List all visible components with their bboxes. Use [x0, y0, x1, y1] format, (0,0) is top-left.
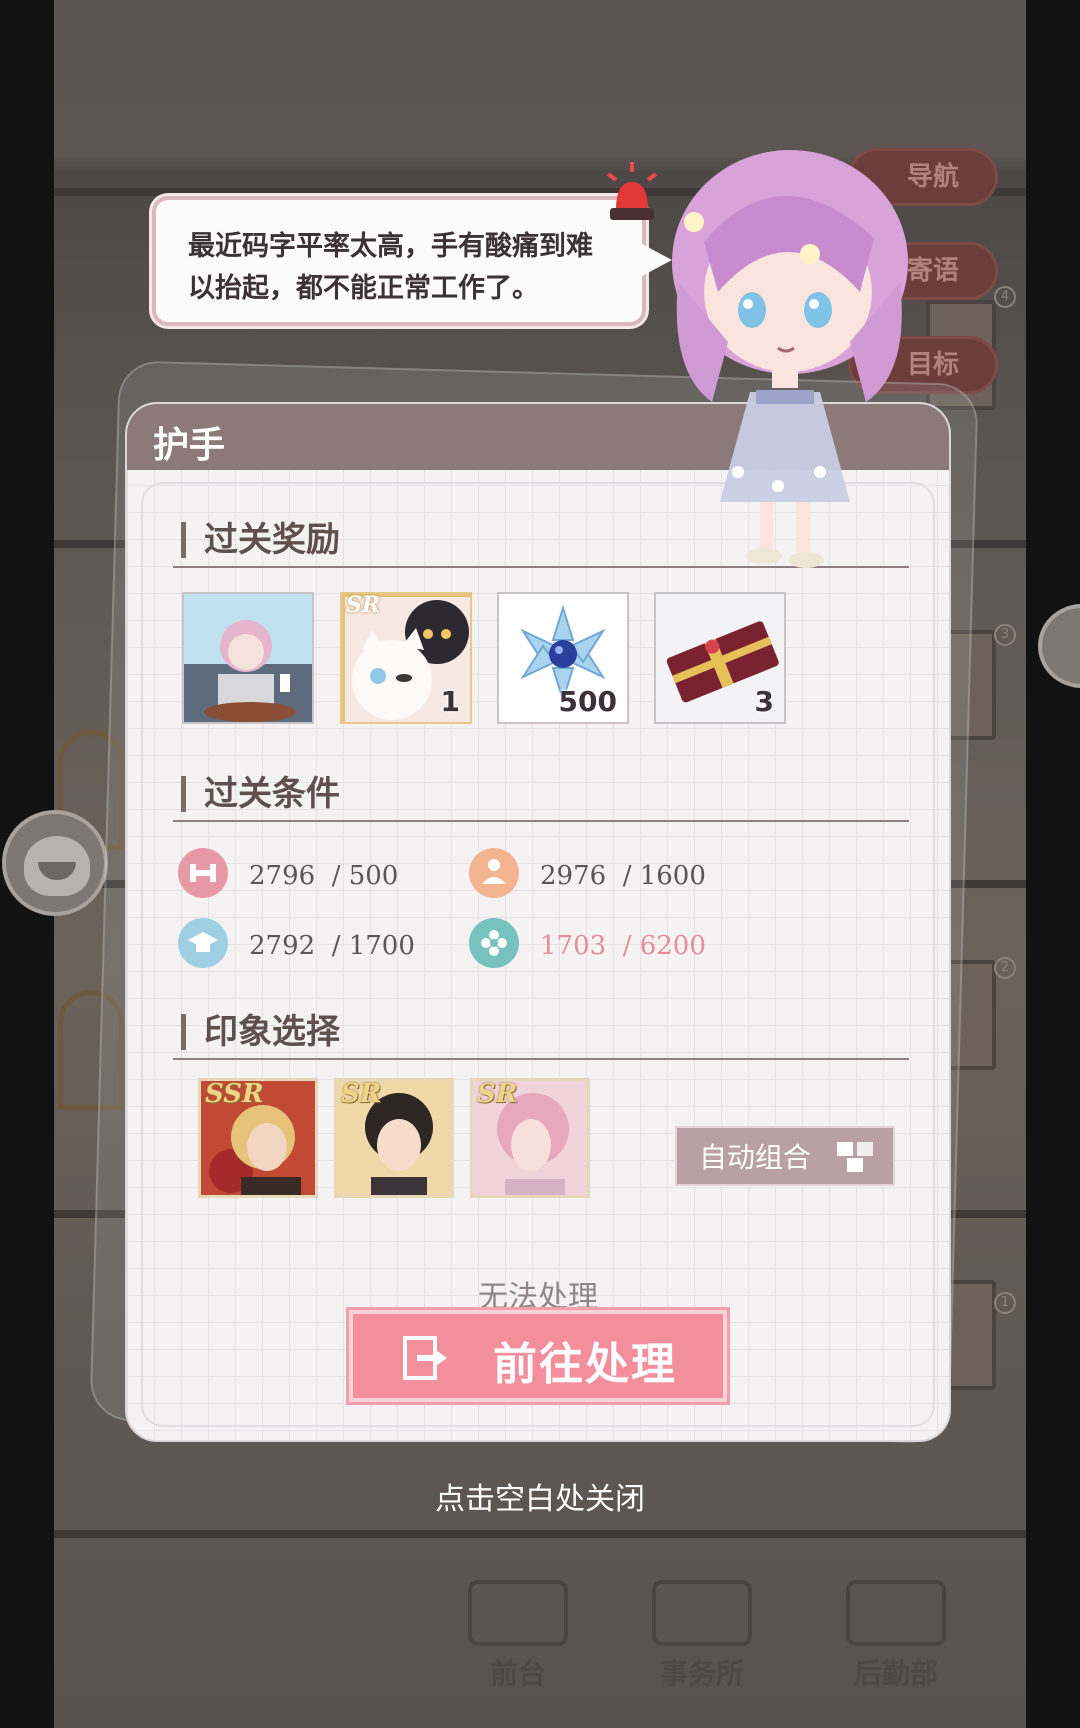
door-number: 3 — [994, 624, 1016, 646]
robot-icon — [24, 836, 90, 896]
person-icon — [469, 848, 519, 898]
door-number: 2 — [994, 957, 1016, 979]
impression-card[interactable]: SR — [470, 1078, 590, 1198]
auto-combine-label: 自动组合 — [699, 1141, 812, 1174]
reward-quantity: 1 — [440, 685, 460, 718]
condition-creativity: 1703 / 6200 — [540, 931, 706, 961]
section-divider — [173, 1058, 909, 1060]
rarity-badge: SSR — [205, 1079, 264, 1109]
tab-front-desk[interactable]: 前台 — [458, 1580, 578, 1690]
impression-card[interactable]: SSR — [198, 1078, 318, 1198]
chibi-character — [672, 150, 908, 568]
condition-charm: 2976 / 1600 — [540, 861, 706, 891]
reward-illustration-card[interactable] — [182, 592, 314, 724]
reward-crystal-item[interactable]: 500 — [497, 592, 629, 724]
auto-combine-button[interactable]: 自动组合 — [675, 1126, 895, 1186]
condition-target: / 500 — [331, 861, 399, 891]
door-number: 4 — [994, 286, 1016, 308]
close-hint-text[interactable]: 点击空白处关闭 — [0, 1474, 1080, 1518]
condition-value: 2792 — [249, 931, 316, 961]
office-icon — [652, 1580, 752, 1646]
condition-target: / 1600 — [622, 861, 706, 891]
reward-sr-cat-card[interactable]: SR 1 — [340, 592, 472, 724]
condition-value: 1703 — [540, 931, 607, 961]
tab-label: 前台 — [489, 1657, 546, 1690]
screen: 4 3 2 1 导航 寄语 目标 前台 事务所 后勤部 护手 过关奖励 SR 1… — [0, 0, 1080, 1728]
floor-divider — [54, 1530, 1026, 1538]
condition-knowledge: 2792 / 1700 — [249, 931, 415, 961]
reward-ticket-item[interactable]: 3 — [654, 592, 786, 724]
front-desk-icon — [468, 1580, 568, 1646]
condition-value: 2976 — [540, 861, 607, 891]
condition-target: / 6200 — [622, 931, 706, 961]
side-float-button[interactable] — [1038, 604, 1080, 688]
go-handle-label: 前往处理 — [493, 1339, 677, 1390]
alarm-light-icon — [606, 162, 658, 220]
rarity-badge: SR — [346, 592, 381, 618]
assistant-robot-button[interactable] — [2, 810, 108, 916]
section-divider — [173, 820, 909, 822]
rewards-section-title: 过关奖励 — [181, 522, 340, 558]
combine-icon — [837, 1142, 873, 1172]
go-handle-button[interactable]: 前往处理 — [349, 1310, 727, 1402]
conditions-section-title: 过关条件 — [181, 776, 340, 812]
enter-icon — [403, 1336, 447, 1380]
condition-strength: 2796 / 500 — [249, 861, 398, 891]
tab-label: 后勤部 — [853, 1657, 938, 1690]
condition-value: 2796 — [249, 861, 316, 891]
graduation-cap-icon — [178, 918, 228, 968]
reward-quantity: 500 — [558, 685, 617, 718]
dumbbell-icon — [178, 848, 228, 898]
tab-label: 事务所 — [659, 1657, 744, 1690]
rarity-badge: SR — [341, 1079, 382, 1109]
speech-text: 最近码字平率太高，手有酸痛到难以抬起，都不能正常工作了。 — [188, 231, 593, 304]
condition-target: / 1700 — [331, 931, 415, 961]
rarity-badge: SR — [477, 1079, 518, 1109]
reward-quantity: 3 — [754, 685, 774, 718]
impression-card[interactable]: SR — [334, 1078, 454, 1198]
illustration-image — [184, 594, 312, 722]
logistics-icon — [846, 1580, 946, 1646]
door-number: 1 — [994, 1292, 1016, 1314]
tab-office[interactable]: 事务所 — [642, 1580, 762, 1690]
speech-bubble: 最近码字平率太高，手有酸痛到难以抬起，都不能正常工作了。 — [152, 196, 672, 326]
impression-section-title: 印象选择 — [181, 1014, 340, 1050]
tab-logistics[interactable]: 后勤部 — [836, 1580, 956, 1690]
flower-icon — [469, 918, 519, 968]
panel-title: 护手 — [153, 424, 226, 466]
